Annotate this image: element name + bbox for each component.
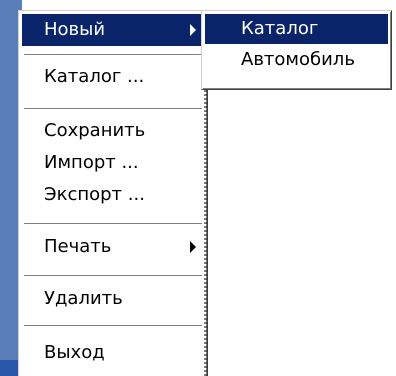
menu-separator	[24, 54, 202, 56]
menu-separator	[24, 275, 202, 277]
submenu-arrow-icon	[190, 24, 196, 36]
menu-item-new[interactable]: Новый	[22, 14, 204, 46]
submenu-item-label: Автомобиль	[241, 49, 355, 70]
menu-item-label: Удалить	[44, 288, 123, 309]
screen: Новый Каталог ... Сохранить Импорт ... Э…	[0, 0, 396, 376]
submenu-item-label: Каталог	[241, 18, 319, 39]
menu-item-label: Экспорт ...	[44, 184, 145, 205]
menu-item-catalog[interactable]: Каталог ...	[22, 61, 204, 93]
menu-item-delete[interactable]: Удалить	[22, 283, 204, 315]
submenu-arrow-icon	[190, 241, 196, 253]
menu-item-export[interactable]: Экспорт ...	[22, 179, 204, 211]
menu-shadow-edge	[204, 90, 207, 376]
menu-item-label: Сохранить	[44, 120, 146, 141]
menu-item-label: Импорт ...	[44, 152, 139, 173]
menu-item-exit[interactable]: Выход	[22, 337, 204, 369]
menu-item-label: Печать	[44, 236, 112, 257]
menu-item-label: Новый	[44, 19, 106, 40]
new-submenu: Каталог Автомобиль	[201, 10, 392, 90]
menu-separator	[24, 108, 202, 110]
submenu-item-car[interactable]: Автомобиль	[205, 45, 388, 75]
menu-separator	[24, 325, 202, 327]
menu-item-import[interactable]: Импорт ...	[22, 147, 204, 179]
menu-item-label: Каталог ...	[44, 66, 145, 87]
submenu-item-catalog[interactable]: Каталог	[205, 14, 388, 44]
menu-item-label: Выход	[44, 342, 105, 363]
menu-separator	[24, 223, 202, 225]
menu-item-save[interactable]: Сохранить	[22, 115, 204, 147]
menu-item-print[interactable]: Печать	[22, 231, 204, 263]
file-menu: Новый Каталог ... Сохранить Импорт ... Э…	[18, 10, 208, 376]
